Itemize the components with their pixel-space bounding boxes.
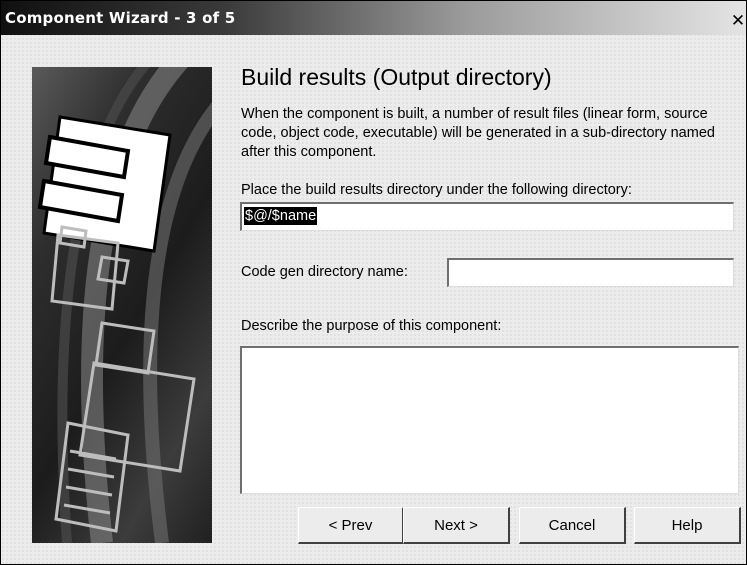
next-button[interactable]: Next > (403, 507, 510, 544)
prev-button[interactable]: < Prev (298, 507, 404, 544)
wizard-side-banner (32, 67, 212, 543)
title-bar[interactable]: Component Wizard - 3 of 5 ✕ (1, 1, 746, 35)
build-directory-value: $@/$name (244, 207, 318, 225)
codegen-directory-label: Code gen directory name: (241, 264, 408, 280)
build-directory-label: Place the build results directory under … (241, 182, 632, 198)
build-directory-input[interactable]: $@/$name (240, 202, 734, 231)
purpose-textarea[interactable] (240, 346, 739, 494)
window-title: Component Wizard - 3 of 5 (5, 9, 236, 27)
close-icon[interactable]: ✕ (730, 11, 746, 31)
component-wizard-window: Component Wizard - 3 of 5 ✕ Build result… (0, 0, 747, 565)
codegen-directory-input[interactable] (447, 258, 734, 287)
cancel-button[interactable]: Cancel (519, 507, 626, 544)
page-description: When the component is built, a number of… (241, 106, 715, 160)
purpose-label: Describe the purpose of this component: (241, 318, 502, 334)
component-wizard-banner-icon (37, 67, 212, 543)
help-button[interactable]: Help (634, 507, 741, 544)
page-title: Build results (Output directory) (241, 64, 552, 90)
